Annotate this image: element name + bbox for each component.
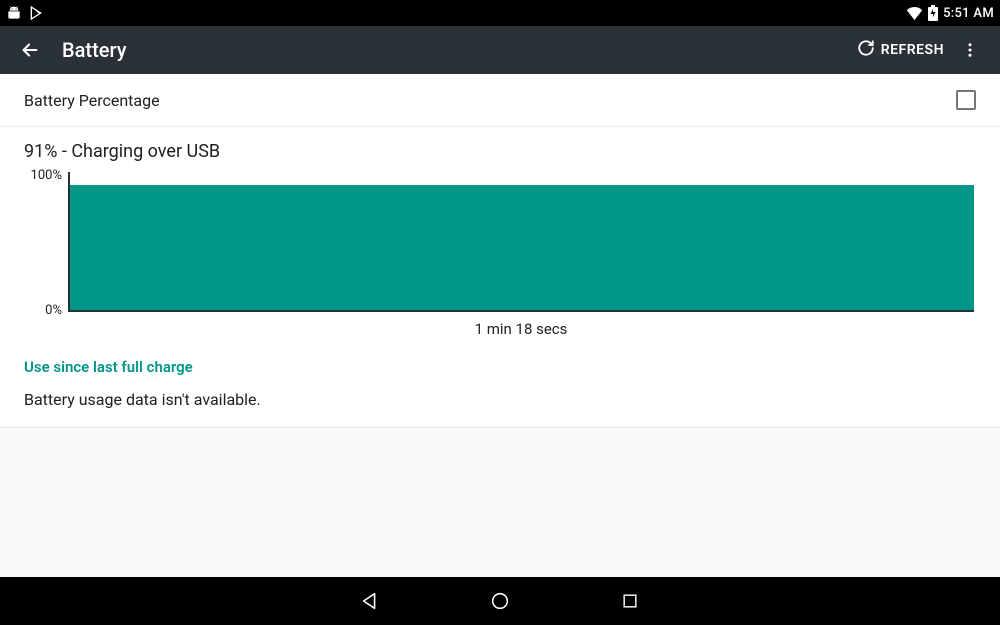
pref-label: Battery Percentage (24, 91, 160, 110)
wifi-icon (906, 6, 923, 20)
chart-series-fill (70, 185, 974, 310)
navigation-bar (0, 577, 1000, 625)
back-button[interactable] (12, 32, 48, 68)
nav-back-button[interactable] (350, 581, 390, 621)
status-bar: 5:51 AM (0, 0, 1000, 26)
usage-unavailable-text: Battery usage data isn't available. (24, 390, 976, 409)
nav-home-button[interactable] (480, 581, 520, 621)
chart-plot-area (68, 172, 974, 312)
content-area: Battery Percentage 91% - Charging over U… (0, 74, 1000, 577)
pref-battery-percentage[interactable]: Battery Percentage (0, 74, 1000, 127)
battery-percentage-checkbox[interactable] (956, 90, 976, 110)
use-since-subheader: Use since last full charge (24, 358, 976, 376)
status-clock: 5:51 AM (943, 6, 994, 21)
chart-y-axis: 100% 0% (24, 172, 64, 314)
chart-y-tick-top: 100% (31, 168, 62, 183)
battery-graph-section: 91% - Charging over USB 100% 0% 1 min 18… (0, 127, 1000, 428)
battery-charging-icon (928, 5, 938, 21)
page-title: Battery (62, 38, 126, 62)
battery-chart[interactable]: 100% 0% 1 min 18 secs (24, 172, 976, 338)
refresh-icon (857, 39, 875, 61)
play-store-icon (28, 5, 44, 21)
android-head-icon (6, 5, 22, 21)
chart-y-tick-bottom: 0% (45, 303, 62, 318)
overflow-menu-button[interactable] (952, 32, 988, 68)
charge-status-text: 91% - Charging over USB (24, 141, 976, 162)
refresh-button[interactable]: REFRESH (849, 33, 952, 67)
action-bar: Battery REFRESH (0, 26, 1000, 74)
refresh-label: REFRESH (881, 42, 944, 58)
chart-x-caption: 1 min 18 secs (68, 320, 974, 338)
nav-recents-button[interactable] (610, 581, 650, 621)
